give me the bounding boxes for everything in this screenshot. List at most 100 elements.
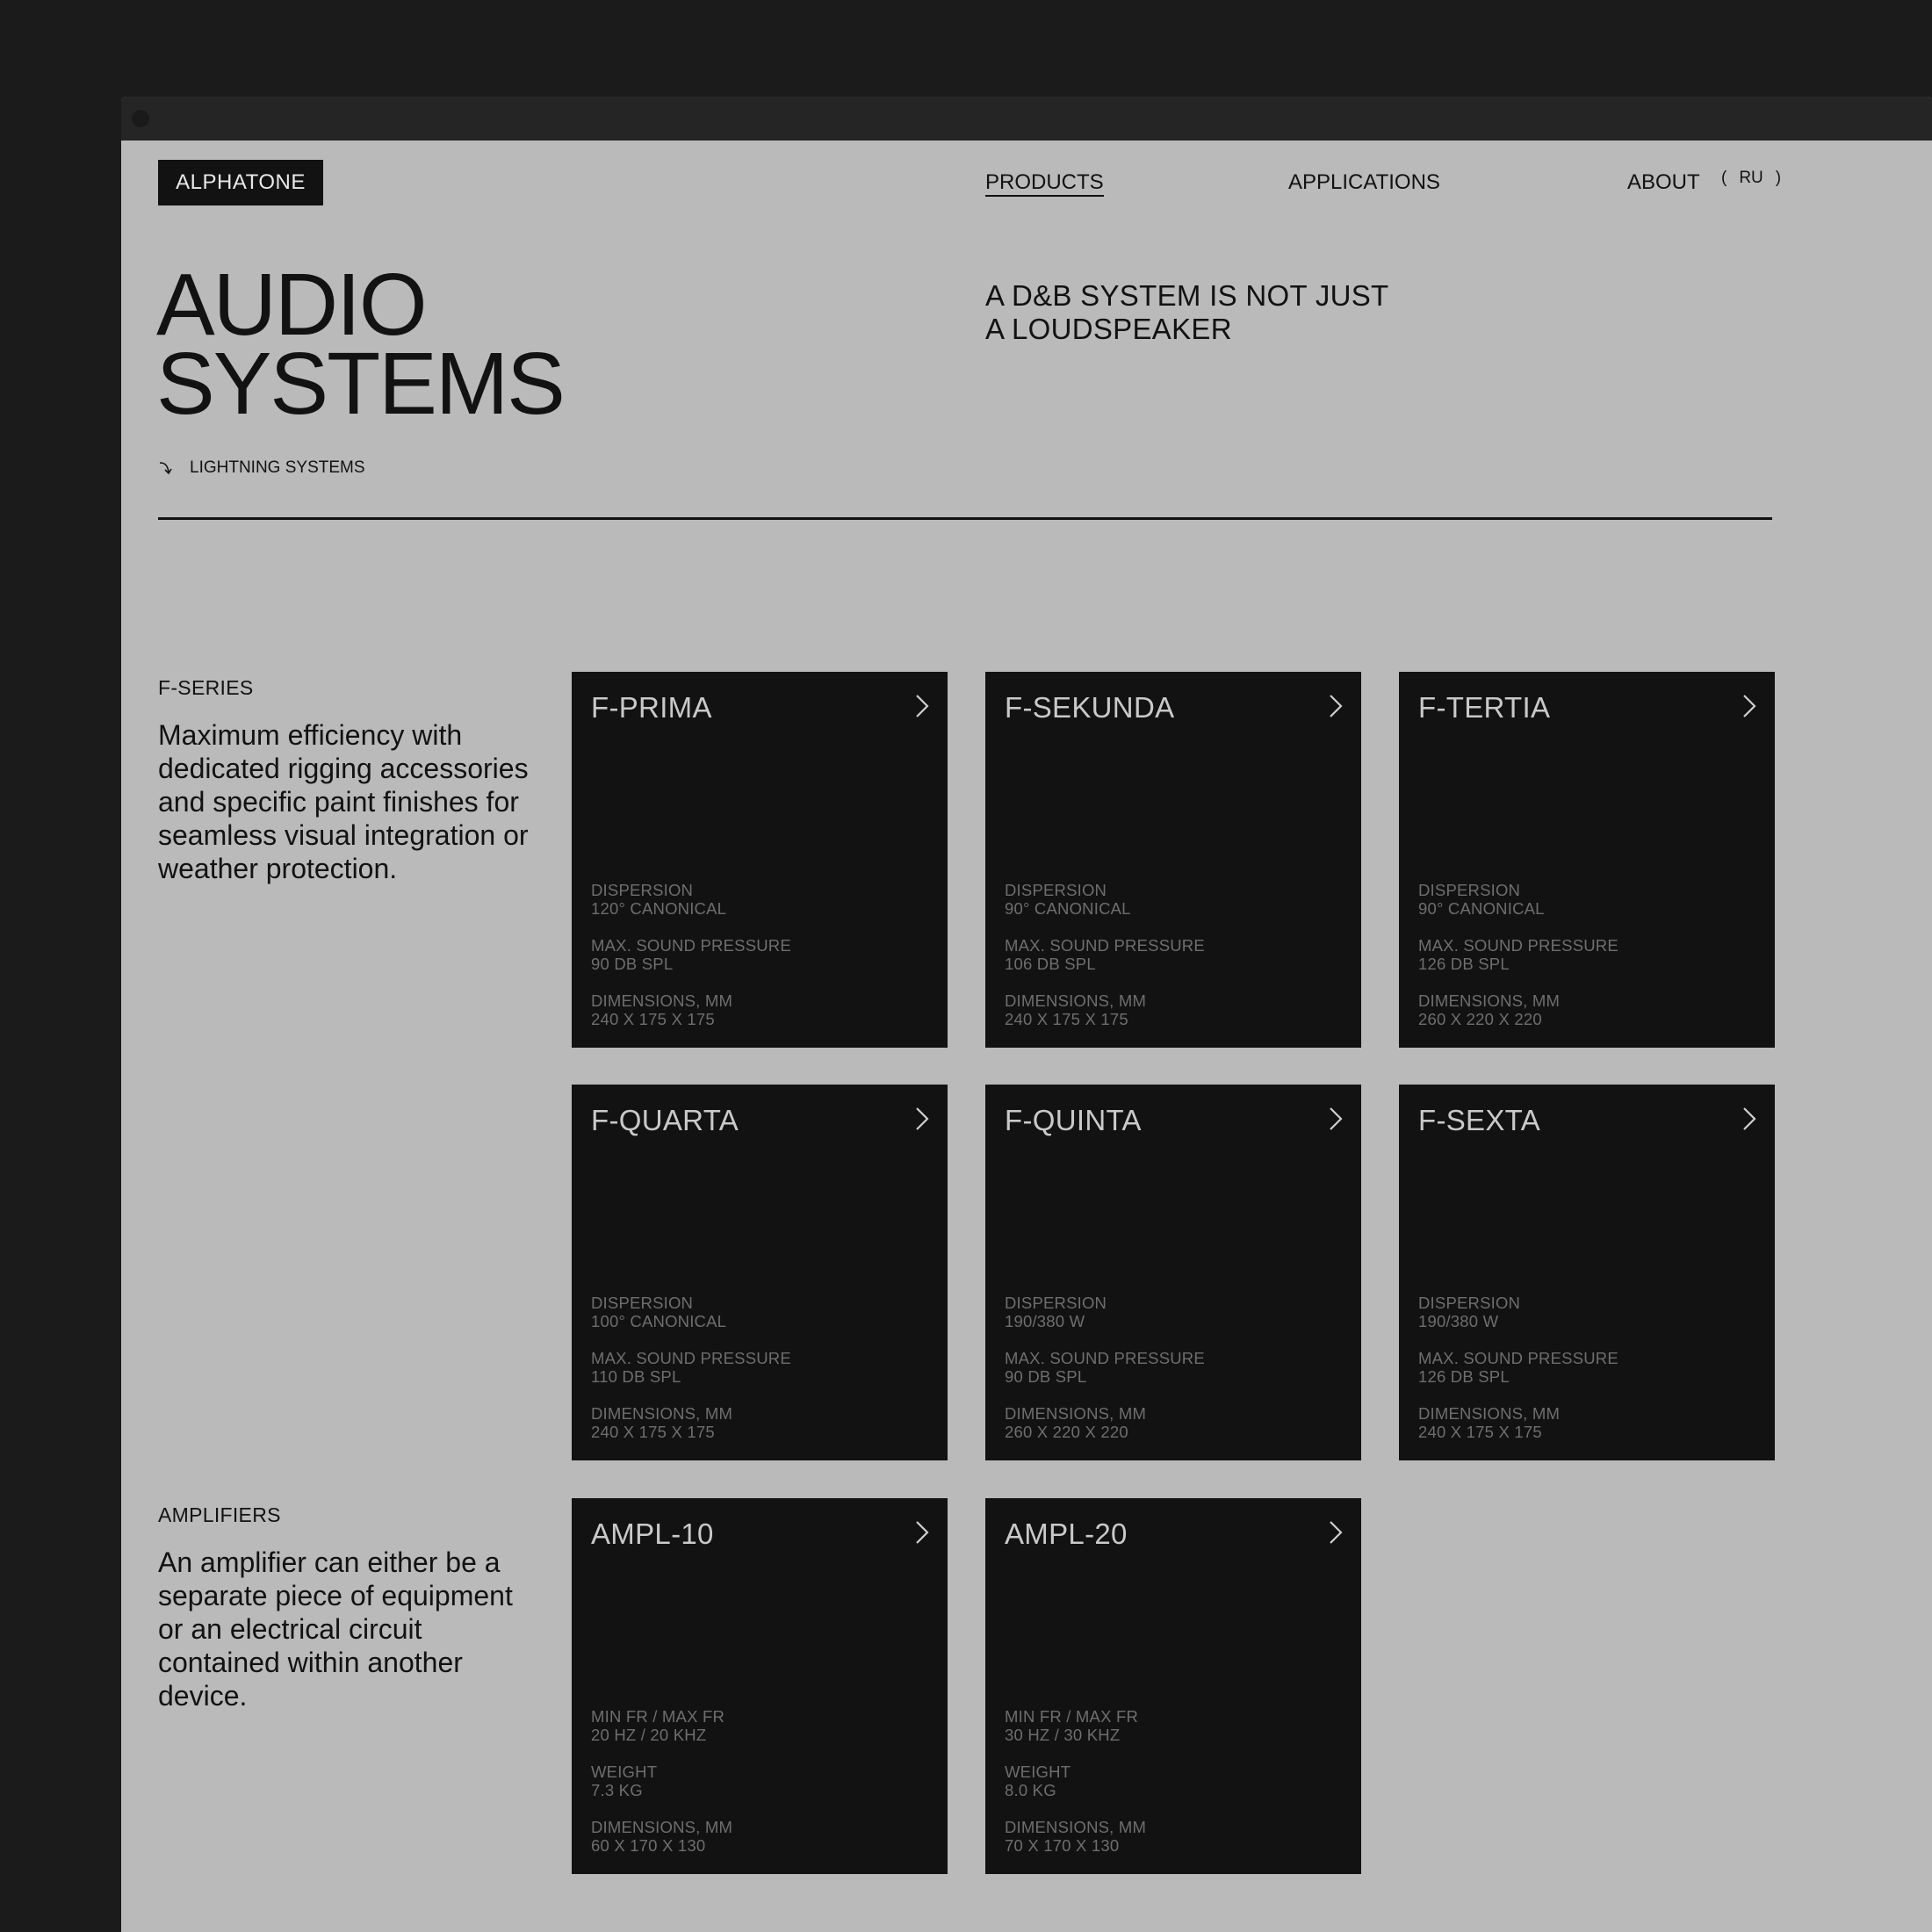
spec-label: DIMENSIONS, MM [1005,991,1147,1010]
spec-item: DISPERSION 120° CANONICAL [591,881,791,918]
section-description-f-series: Maximum efficiency with dedicated riggin… [158,719,529,884]
product-card-ampl-20[interactable]: AMPL-20 MIN FR / MAX FR 30 HZ / 30 KHZ WEIG… [985,1498,1361,1874]
browser-window: ALPHATONE PRODUCTS APPLICATIONS ABOUT ( … [121,97,1932,1932]
arrow-down-right-icon [158,460,174,476]
product-specs: MIN FR / MAX FR 20 HZ / 20 KHZ WEIGHT 7.3 K… [591,1707,732,1855]
spec-label: DISPERSION [1418,881,1521,899]
tagline-line-1: A D&B SYSTEM IS NOT JUST [985,279,1389,312]
nav-products[interactable]: PRODUCTS [985,170,1104,197]
product-title: F-SEKUNDA [1005,691,1175,724]
nav-applications[interactable]: APPLICATIONS [1288,170,1440,195]
product-specs: DISPERSION 100° CANONICAL MAX. SOUND PRESS… [591,1294,791,1441]
product-specs: DISPERSION 190/380 W MAX. SOUND PRESSURE 90… [1005,1294,1205,1441]
product-card-f-prima[interactable]: F-PRIMA DISPERSION 120° CANONICAL MAX. SOUN… [572,672,948,1048]
spec-item: MAX. SOUND PRESSURE 106 DB SPL [1005,936,1205,973]
page-title: AUDIO SYSTEMS [156,256,566,428]
spec-value: 90 DB SPL [1005,1367,1087,1386]
chevron-right-icon[interactable] [914,1106,930,1136]
spec-value: 90 DB SPL [591,955,674,973]
spec-item: DISPERSION 90° CANONICAL [1418,881,1618,918]
lightning-systems-link[interactable]: LIGHTNING SYSTEMS [158,458,365,478]
spec-label: DIMENSIONS, MM [1005,1818,1147,1836]
spec-value: 240 X 175 X 175 [591,1423,715,1441]
chevron-right-icon[interactable] [914,1519,930,1550]
window-control-dot[interactable] [132,110,149,127]
nav-about[interactable]: ABOUT [1627,170,1700,195]
spec-item: MAX. SOUND PRESSURE 90 DB SPL [1005,1349,1205,1386]
product-card-f-sekunda[interactable]: F-SEKUNDA DISPERSION 90° CANONICAL MAX. SOU… [985,672,1361,1048]
spec-item: DIMENSIONS, MM 240 X 175 X 175 [591,1404,791,1441]
spec-item: DIMENSIONS, MM 60 X 170 X 130 [591,1818,732,1855]
chevron-right-icon[interactable] [1741,1106,1757,1136]
product-title: F-QUARTA [591,1104,739,1136]
product-card-f-quinta[interactable]: F-QUINTA DISPERSION 190/380 W MAX. SOUND PR… [985,1085,1361,1460]
spec-item: DIMENSIONS, MM 240 X 175 X 175 [1005,991,1205,1028]
spec-item: DIMENSIONS, MM 240 X 175 X 175 [591,991,791,1028]
product-card-f-sexta[interactable]: F-SEXTA DISPERSION 190/380 W MAX. SOUND PRE… [1399,1085,1775,1460]
spec-label: MAX. SOUND PRESSURE [1418,936,1618,955]
product-card-f-quarta[interactable]: F-QUARTA DISPERSION 100° CANONICAL MAX. SOU… [572,1085,948,1460]
product-card-ampl-10[interactable]: AMPL-10 MIN FR / MAX FR 20 HZ / 20 KHZ WEIG… [572,1498,948,1874]
tagline-line-2: A LOUDSPEAKER [985,313,1232,345]
spec-item: WEIGHT 7.3 KG [591,1763,732,1799]
spec-item: DIMENSIONS, MM 240 X 175 X 175 [1418,1404,1618,1441]
page-title-line-1: AUDIO [156,256,428,354]
spec-label: DIMENSIONS, MM [1418,1404,1561,1423]
spec-value: 240 X 175 X 175 [1005,1010,1128,1028]
spec-label: MAX. SOUND PRESSURE [591,936,791,955]
spec-value: 260 X 220 X 220 [1418,1010,1542,1028]
product-title: F-SEXTA [1418,1104,1540,1136]
spec-label: MAX. SOUND PRESSURE [1005,1349,1205,1367]
spec-value: 30 HZ / 30 KHZ [1005,1726,1121,1744]
spec-label: MIN FR / MAX FR [1005,1707,1139,1726]
language-switch[interactable]: ( RU ) [1721,169,1781,188]
spec-value: 90° CANONICAL [1005,899,1131,918]
chevron-right-icon[interactable] [1741,693,1757,724]
spec-item: DIMENSIONS, MM 260 X 220 X 220 [1418,991,1618,1028]
spec-label: MAX. SOUND PRESSURE [1418,1349,1618,1367]
logo[interactable]: ALPHATONE [158,160,323,205]
chevron-right-icon[interactable] [1328,1519,1344,1550]
spec-label: DIMENSIONS, MM [1418,991,1561,1010]
spec-label: DIMENSIONS, MM [1005,1404,1147,1423]
product-specs: DISPERSION 90° CANONICAL MAX. SOUND PRESSU… [1005,881,1205,1028]
spec-label: DIMENSIONS, MM [591,1818,733,1836]
spec-item: MAX. SOUND PRESSURE 126 DB SPL [1418,936,1618,973]
spec-label: DIMENSIONS, MM [591,1404,733,1423]
product-specs: DISPERSION 120° CANONICAL MAX. SOUND PRESS… [591,881,791,1028]
spec-item: MAX. SOUND PRESSURE 110 DB SPL [591,1349,791,1386]
product-card-f-tertia[interactable]: F-TERTIA DISPERSION 90° CANONICAL MAX. SOUN… [1399,672,1775,1048]
section-label-amplifiers: AMPLIFIERS [158,1503,281,1526]
spec-item: DIMENSIONS, MM 260 X 220 X 220 [1005,1404,1205,1441]
spec-label: MIN FR / MAX FR [591,1707,725,1726]
lightning-systems-label: LIGHTNING SYSTEMS [190,458,365,477]
section-label-f-series: F-SERIES [158,676,254,699]
spec-value: 8.0 KG [1005,1781,1056,1799]
spec-value: 60 X 170 X 130 [591,1836,706,1855]
chevron-right-icon[interactable] [914,693,930,724]
spec-value: 110 DB SPL [591,1367,681,1386]
spec-item: DISPERSION 100° CANONICAL [591,1294,791,1330]
product-specs: DISPERSION 190/380 W MAX. SOUND PRESSURE 12… [1418,1294,1618,1441]
spec-item: DISPERSION 190/380 W [1418,1294,1618,1330]
window-titlebar [121,97,1932,141]
spec-value: 126 DB SPL [1418,1367,1510,1386]
chevron-right-icon[interactable] [1328,693,1344,724]
product-title: AMPL-20 [1005,1517,1128,1550]
lang-code[interactable]: RU [1739,169,1763,188]
spec-label: DISPERSION [591,881,694,899]
spec-label: MAX. SOUND PRESSURE [1005,936,1205,955]
spec-label: DISPERSION [1005,1294,1107,1312]
spec-item: MIN FR / MAX FR 20 HZ / 20 KHZ [591,1707,732,1744]
spec-item: MIN FR / MAX FR 30 HZ / 30 KHZ [1005,1707,1146,1744]
product-specs: MIN FR / MAX FR 30 HZ / 30 KHZ WEIGHT 8.0 K… [1005,1707,1146,1855]
spec-label: WEIGHT [1005,1763,1071,1781]
spec-value: 240 X 175 X 175 [591,1010,715,1028]
spec-item: MAX. SOUND PRESSURE 126 DB SPL [1418,1349,1618,1386]
spec-value: 106 DB SPL [1005,955,1096,973]
lang-paren-close: ) [1775,169,1782,187]
spec-item: DIMENSIONS, MM 70 X 170 X 130 [1005,1818,1146,1855]
lang-paren-open: ( [1721,169,1727,187]
chevron-right-icon[interactable] [1328,1106,1344,1136]
spec-value: 190/380 W [1005,1312,1085,1330]
